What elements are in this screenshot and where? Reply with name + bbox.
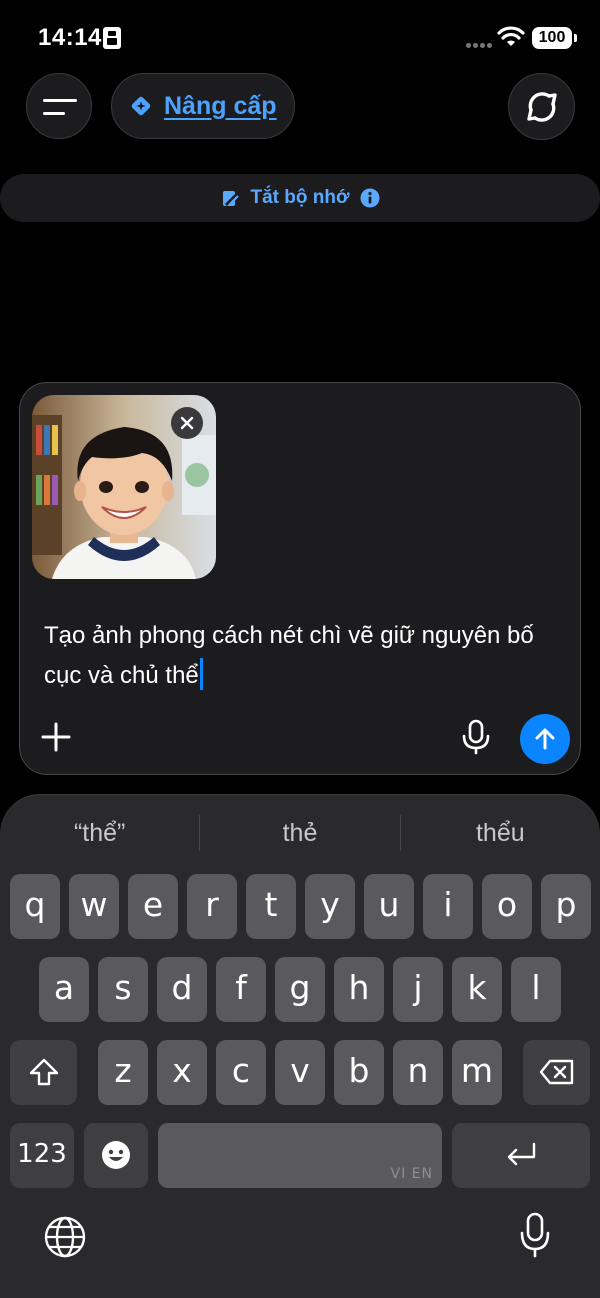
key-r[interactable]: r xyxy=(187,874,237,939)
return-key[interactable] xyxy=(452,1123,590,1188)
add-attachment-button[interactable] xyxy=(40,721,72,753)
status-bar: 14:14 100 xyxy=(0,0,600,76)
dictation-mic-icon[interactable] xyxy=(461,719,491,755)
menu-icon-line-bottom xyxy=(43,112,65,115)
key-a[interactable]: a xyxy=(39,957,89,1022)
shift-icon xyxy=(29,1058,58,1086)
signal-dots-icon xyxy=(466,35,494,53)
sim-card-icon xyxy=(103,27,121,49)
key-g[interactable]: g xyxy=(275,957,325,1022)
suggestion-bar: “thể” thẻ thểu xyxy=(0,809,600,857)
key-e[interactable]: e xyxy=(128,874,178,939)
key-c[interactable]: c xyxy=(216,1040,266,1105)
close-icon xyxy=(180,416,194,430)
backspace-icon xyxy=(539,1059,573,1085)
memory-off-banner[interactable]: Tắt bộ nhớ xyxy=(0,174,600,222)
new-chat-button[interactable] xyxy=(508,73,575,140)
numbers-key[interactable]: 123 xyxy=(10,1123,74,1188)
battery-indicator: 100 xyxy=(532,27,572,49)
suggestion-item[interactable]: thẻ xyxy=(200,809,399,857)
language-indicator: VI EN xyxy=(390,1166,433,1182)
key-l[interactable]: l xyxy=(511,957,561,1022)
emoji-icon xyxy=(102,1141,130,1169)
arrow-up-icon xyxy=(535,728,555,750)
globe-icon[interactable] xyxy=(44,1216,86,1258)
key-k[interactable]: k xyxy=(452,957,502,1022)
upgrade-button[interactable]: Nâng cấp xyxy=(111,73,295,139)
menu-icon-line-top xyxy=(43,99,77,102)
key-f[interactable]: f xyxy=(216,957,266,1022)
remove-attachment-button[interactable] xyxy=(171,407,203,439)
key-s[interactable]: s xyxy=(98,957,148,1022)
key-d[interactable]: d xyxy=(157,957,207,1022)
key-q[interactable]: q xyxy=(10,874,60,939)
key-n[interactable]: n xyxy=(393,1040,443,1105)
upgrade-label: Nâng cấp xyxy=(164,91,277,120)
sparkle-diamond-icon xyxy=(131,96,151,116)
key-i[interactable]: i xyxy=(423,874,473,939)
space-key[interactable]: VI EN xyxy=(158,1123,442,1188)
text-caret xyxy=(199,658,203,690)
key-y[interactable]: y xyxy=(305,874,355,939)
key-p[interactable]: p xyxy=(541,874,591,939)
key-x[interactable]: x xyxy=(157,1040,207,1105)
backspace-key[interactable] xyxy=(523,1040,590,1105)
key-m[interactable]: m xyxy=(452,1040,502,1105)
emoji-key[interactable] xyxy=(84,1123,148,1188)
key-o[interactable]: o xyxy=(482,874,532,939)
prompt-text: Tạo ảnh phong cách nét chì vẽ giữ nguyên… xyxy=(44,622,534,689)
sidebar-menu-button[interactable] xyxy=(26,73,92,139)
suggestion-item[interactable]: “thể” xyxy=(0,809,199,857)
new-chat-icon xyxy=(526,91,557,122)
key-t[interactable]: t xyxy=(246,874,296,939)
return-icon xyxy=(507,1142,536,1166)
key-z[interactable]: z xyxy=(98,1040,148,1105)
status-time: 14:14 xyxy=(38,24,102,51)
wifi-icon xyxy=(497,26,525,46)
prompt-input[interactable]: Tạo ảnh phong cách nét chì vẽ giữ nguyên… xyxy=(44,616,554,696)
info-icon[interactable] xyxy=(360,188,380,208)
key-j[interactable]: j xyxy=(393,957,443,1022)
send-button[interactable] xyxy=(520,714,570,764)
key-h[interactable]: h xyxy=(334,957,384,1022)
suggestion-item[interactable]: thểu xyxy=(401,809,600,857)
key-b[interactable]: b xyxy=(334,1040,384,1105)
shift-key[interactable] xyxy=(10,1040,77,1105)
keyboard-mic-icon[interactable] xyxy=(520,1212,550,1258)
message-composer: Tạo ảnh phong cách nét chì vẽ giữ nguyên… xyxy=(19,382,581,775)
memory-off-icon xyxy=(222,191,239,207)
key-w[interactable]: w xyxy=(69,874,119,939)
memory-off-label: Tắt bộ nhớ xyxy=(250,187,350,208)
key-u[interactable]: u xyxy=(364,874,414,939)
battery-tip xyxy=(574,34,577,42)
key-v[interactable]: v xyxy=(275,1040,325,1105)
